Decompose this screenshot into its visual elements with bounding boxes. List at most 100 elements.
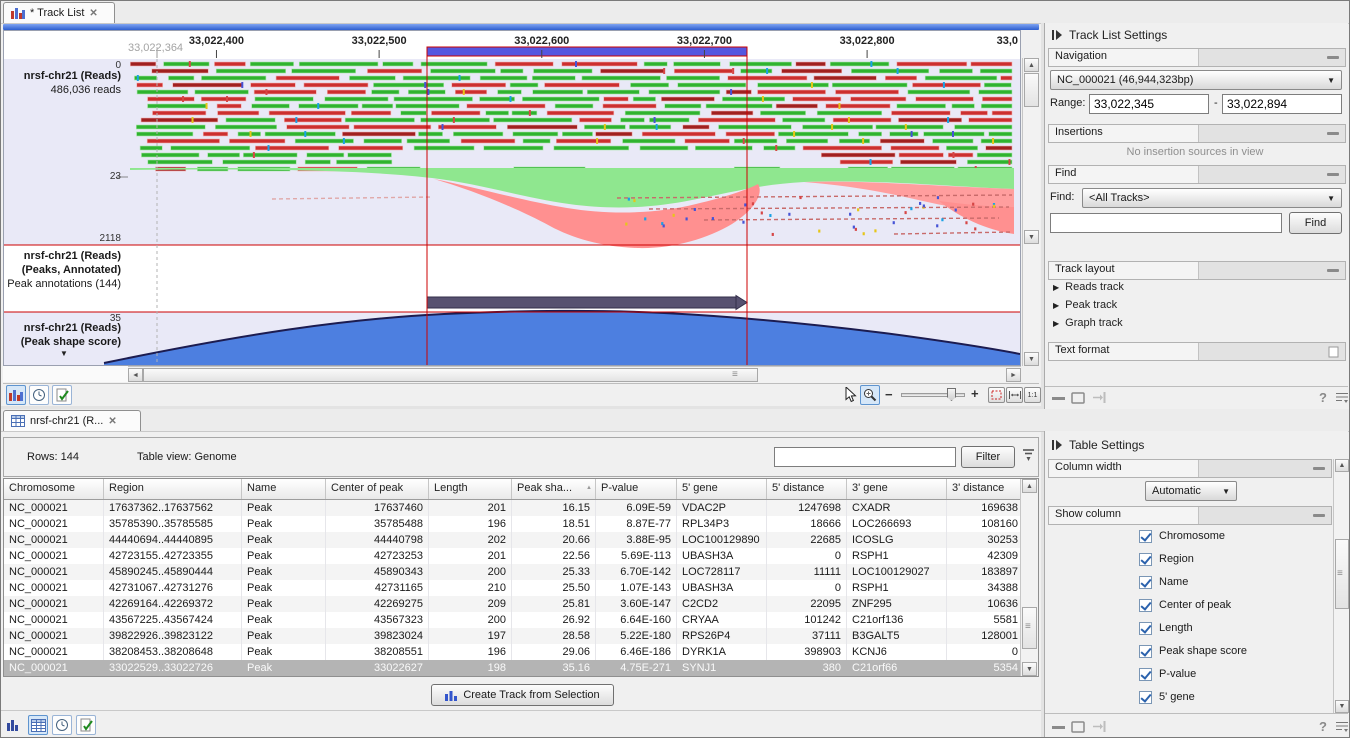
sidebar-icon[interactable] [1051,29,1063,41]
checkbox-checked-icon[interactable] [1139,645,1152,658]
scroll-down-button[interactable]: ▼ [1024,230,1039,244]
track-layout-item-peak-track[interactable]: ▶Peak track [1053,299,1117,311]
track-layout-item-reads-track[interactable]: ▶Reads track [1053,281,1124,293]
element-info-button[interactable] [52,385,72,405]
dock-icon[interactable] [1092,391,1106,404]
scroll-left-button[interactable]: ◄ [128,368,143,382]
show-column-checkbox-row[interactable]: Center of peak [1139,598,1231,612]
track-view-mode-button[interactable] [4,715,24,735]
zoom-to-selection-button[interactable] [988,387,1005,403]
scroll-thumb[interactable] [1024,73,1039,107]
element-info-button[interactable] [76,715,96,735]
cursor-tool-icon[interactable] [845,387,858,403]
track-horizontal-scrollbar[interactable]: ◄ ≡ ► [128,366,1021,383]
find-scope-select[interactable]: <All Tracks> ▼ [1082,188,1342,208]
scroll-up-button[interactable]: ▲ [1022,479,1037,493]
tab-table-view[interactable]: nrsf-chr21 (R... ✕ [3,410,141,431]
minimize-icon[interactable] [1052,397,1065,400]
show-column-checkbox-row[interactable]: Name [1139,575,1188,589]
peak-table[interactable]: ChromosomeRegionNameCenter of peakLength… [3,478,1039,677]
close-icon[interactable]: ✕ [89,8,97,19]
checkbox-checked-icon[interactable] [1139,668,1152,681]
column-header-length[interactable]: Length [429,479,512,499]
scroll-down-button[interactable]: ▼ [1022,662,1037,676]
filter-button[interactable]: Filter [961,446,1015,468]
fit-width-button[interactable] [1006,387,1023,403]
close-icon[interactable]: ✕ [108,416,116,427]
column-header-5-distance[interactable]: 5' distance [767,479,847,499]
collapse-icon[interactable] [1321,49,1345,66]
page-icon[interactable] [1321,343,1345,360]
zoom-tool-button[interactable] [860,385,880,405]
checkbox-checked-icon[interactable] [1139,553,1152,566]
show-column-checkbox-row[interactable]: Length [1139,621,1193,635]
folder-icon[interactable] [1071,391,1085,404]
sidebar-icon[interactable] [1051,439,1063,451]
table-row[interactable]: NC_00002133022529..33022726Peak330226271… [4,660,1022,676]
show-column-checkbox-row[interactable]: Chromosome [1139,529,1225,543]
track-layout-item-graph-track[interactable]: ▶Graph track [1053,317,1123,329]
scroll-grip[interactable]: ≡ [1025,622,1031,632]
graph-track-menu-caret[interactable]: ▼ [60,349,68,358]
column-header-center-of-peak[interactable]: Center of peak [326,479,429,499]
checkbox-checked-icon[interactable] [1139,576,1152,589]
column-header-p-value[interactable]: P-value [596,479,677,499]
table-row[interactable]: NC_00002135785390..35785585Peak357854881… [4,516,1022,532]
scroll-grip[interactable]: ≡ [732,370,738,380]
column-header-3-distance[interactable]: 3' distance [947,479,1024,499]
help-icon[interactable]: ? [1319,719,1327,734]
track-view-mode-button[interactable] [6,385,26,405]
show-column-checkbox-row[interactable]: Peak shape score [1139,644,1247,658]
contig-select[interactable]: NC_000021 (46,944,323bp) ▼ [1050,70,1342,90]
tab-track-list[interactable]: * Track List ✕ [3,2,115,23]
checkbox-checked-icon[interactable] [1139,622,1152,635]
column-header-3-gene[interactable]: 3' gene [847,479,947,499]
scroll-down-button[interactable]: ▼ [1335,700,1349,713]
table-view-mode-button[interactable] [28,715,48,735]
collapse-icon[interactable] [1321,166,1345,183]
collapse-icon[interactable] [1307,507,1331,524]
checkbox-checked-icon[interactable] [1139,691,1152,704]
table-row[interactable]: NC_00002139822926..39823122Peak398230241… [4,628,1022,644]
collapse-icon[interactable] [1307,460,1331,477]
column-header-chromosome[interactable]: Chromosome [4,479,104,499]
zoom-slider-thumb[interactable] [947,388,956,401]
genome-track-view[interactable]: 33,022,40033,022,50033,022,60033,022,700… [3,30,1021,366]
history-view-button[interactable] [29,385,49,405]
collapse-icon[interactable] [1321,262,1345,279]
history-view-button[interactable] [52,715,72,735]
checkbox-checked-icon[interactable] [1139,530,1152,543]
minimize-icon[interactable] [1052,726,1065,729]
table-row[interactable]: NC_00002117637362..17637562Peak176374602… [4,500,1022,516]
folder-icon[interactable] [1071,720,1085,733]
table-row[interactable]: NC_00002145890245..45890444Peak458903432… [4,564,1022,580]
column-header-name[interactable]: Name [242,479,326,499]
track-vertical-scrollbar[interactable]: ▲ ▼ ▼ [1022,58,1040,366]
help-icon[interactable]: ? [1319,390,1327,405]
scroll-up-button[interactable]: ▲ [1335,459,1349,472]
scroll-down-button[interactable]: ▼ [1024,352,1039,366]
scroll-grip[interactable]: ≡ [1337,569,1343,579]
column-header-5-gene[interactable]: 5' gene [677,479,767,499]
find-button[interactable]: Find [1289,212,1342,234]
settings-menu-icon[interactable] [1335,391,1349,404]
zoom-100-button[interactable]: 1:1 [1024,387,1041,403]
table-row[interactable]: NC_00002138208453..38208648Peak382085511… [4,644,1022,660]
collapse-icon[interactable] [1321,125,1345,142]
table-row[interactable]: NC_00002142269164..42269372Peak422692752… [4,596,1022,612]
show-column-checkbox-row[interactable]: P-value [1139,667,1196,681]
settings-menu-icon[interactable] [1335,720,1349,733]
column-width-select[interactable]: Automatic ▼ [1145,481,1237,501]
scroll-right-button[interactable]: ► [1006,368,1021,382]
table-row[interactable]: NC_00002143567225..43567424Peak435673232… [4,612,1022,628]
column-header-peak-sha-[interactable]: Peak sha...▲ [512,479,596,499]
advanced-filter-icon[interactable] [1021,448,1036,463]
dock-icon[interactable] [1092,720,1106,733]
zoom-out-button[interactable]: − [885,387,893,402]
table-vertical-scrollbar[interactable]: ▲ ≡ ▼ [1020,479,1038,676]
show-column-checkbox-row[interactable]: Region [1139,552,1194,566]
scroll-up-button[interactable]: ▲ [1024,58,1039,72]
show-column-checkbox-row[interactable]: 5' gene [1139,690,1195,704]
table-row[interactable]: NC_00002142723155..42723355Peak427232532… [4,548,1022,564]
table-row[interactable]: NC_00002142731067..42731276Peak427311652… [4,580,1022,596]
